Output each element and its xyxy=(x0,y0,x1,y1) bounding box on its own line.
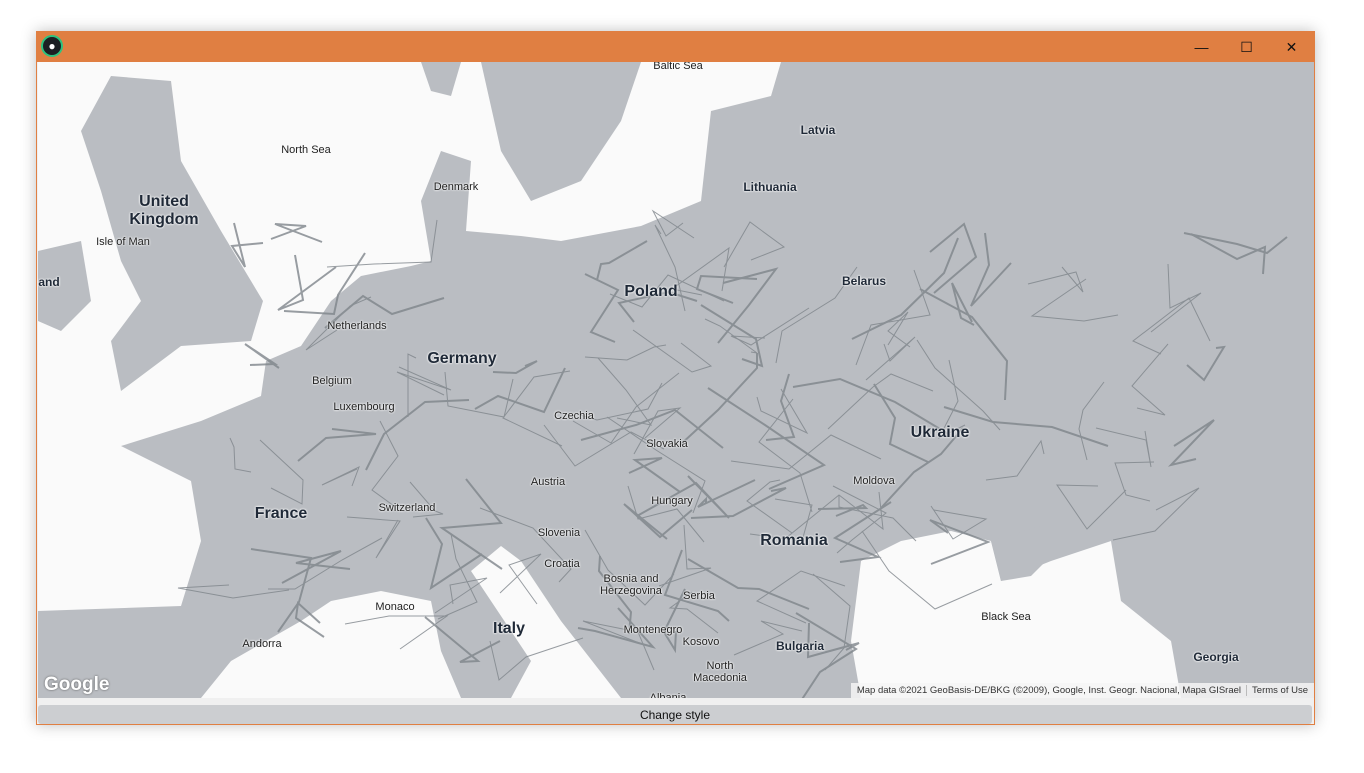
map-label-monaco: Monaco xyxy=(375,601,415,613)
map-label-north-macedonia: North Macedonia xyxy=(693,660,747,684)
attribution-text: Map data ©2021 GeoBasis-DE/BKG (©2009), … xyxy=(856,685,1242,696)
map-view[interactable]: Baltic Sea North Sea Black Sea United Kingd… xyxy=(38,62,1314,698)
map-label-kosovo: Kosovo xyxy=(682,636,720,648)
map-label-albania: Albania xyxy=(649,692,687,698)
close-button[interactable]: ✕ xyxy=(1269,32,1314,62)
map-label-isle-of-man: Isle of Man xyxy=(96,236,150,248)
map-label-netherlands: Netherlands xyxy=(327,320,387,332)
map-label-ireland: and xyxy=(38,275,60,289)
map-label-bulgaria: Bulgaria xyxy=(775,639,825,653)
map-label-italy: Italy xyxy=(492,620,526,637)
road xyxy=(244,343,280,369)
map-label-serbia: Serbia xyxy=(683,590,715,602)
map-label-latvia: Latvia xyxy=(800,123,836,137)
map-label-georgia: Georgia xyxy=(1193,650,1239,664)
map-label-moldova: Moldova xyxy=(853,475,895,487)
map-label-black-sea: Black Sea xyxy=(981,611,1031,623)
maximize-button[interactable]: ☐ xyxy=(1224,32,1269,62)
map-label-czechia: Czechia xyxy=(554,410,594,422)
map-label-hungary: Hungary xyxy=(651,495,693,507)
divider xyxy=(1246,684,1248,696)
map-label-austria: Austria xyxy=(530,476,566,488)
map-label-germany: Germany xyxy=(427,350,497,367)
google-logo: Google xyxy=(44,674,110,695)
map-label-north-sea: North Sea xyxy=(281,144,331,156)
github-icon: ● xyxy=(41,35,63,57)
road xyxy=(270,223,323,243)
map-canvas[interactable] xyxy=(38,62,1314,698)
land-scandinavia xyxy=(481,62,641,201)
map-label-montenegro: Montenegro xyxy=(623,624,683,636)
road xyxy=(326,219,438,268)
map-label-united-kingdom: United Kingdom xyxy=(129,193,199,228)
map-label-baltic-sea: Baltic Sea xyxy=(653,62,703,72)
map-label-switzerland: Switzerland xyxy=(378,502,436,514)
map-label-bosnia: Bosnia and Herzegovina xyxy=(600,573,662,597)
app-window: ● — ☐ ✕ Baltic Sea North Sea Black Sea Unit… xyxy=(36,31,1315,725)
road xyxy=(344,615,449,650)
map-label-croatia: Croatia xyxy=(544,558,580,570)
map-label-slovenia: Slovenia xyxy=(537,527,581,539)
map-label-lithuania: Lithuania xyxy=(743,180,797,194)
land-norway xyxy=(421,62,461,96)
title-bar[interactable]: ● — ☐ ✕ xyxy=(37,32,1314,62)
map-label-luxembourg: Luxembourg xyxy=(333,401,395,413)
map-label-slovakia: Slovakia xyxy=(646,438,688,450)
map-label-romania: Romania xyxy=(760,532,828,549)
land-continent xyxy=(38,62,1314,698)
map-label-belgium: Belgium xyxy=(312,375,352,387)
map-label-belarus: Belarus xyxy=(841,274,887,288)
road xyxy=(277,254,337,311)
map-label-poland: Poland xyxy=(624,283,678,300)
map-label-ukraine: Ukraine xyxy=(910,424,970,441)
map-label-denmark: Denmark xyxy=(433,181,479,193)
map-label-france: France xyxy=(254,505,308,522)
terms-of-use-link[interactable]: Terms of Use xyxy=(1252,685,1308,696)
change-style-button[interactable]: Change style xyxy=(38,705,1312,724)
map-label-andorra: Andorra xyxy=(242,638,282,650)
minimize-button[interactable]: — xyxy=(1179,32,1224,62)
map-attribution: Map data ©2021 GeoBasis-DE/BKG (©2009), … xyxy=(850,683,1314,698)
